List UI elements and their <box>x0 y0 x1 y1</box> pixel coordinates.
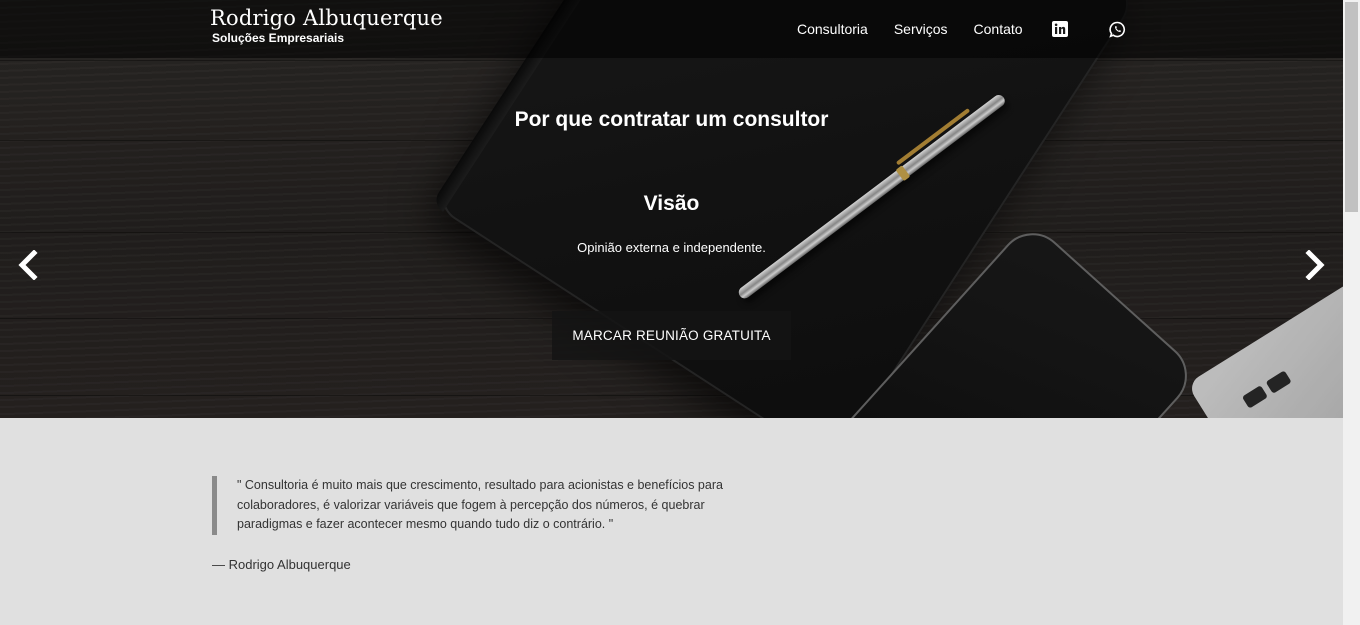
chevron-right-icon <box>1305 249 1325 281</box>
quote-section: " Consultoria é muito mais que crescimen… <box>0 418 1343 625</box>
brand-subtitle: Soluções Empresariais <box>212 31 345 45</box>
whatsapp-link[interactable] <box>1109 20 1127 38</box>
page: Por que contratar um consultor Visão Opi… <box>0 0 1343 625</box>
brand-name: Rodrigo Albuquerque <box>210 6 443 30</box>
carousel-prev-button[interactable] <box>16 249 40 281</box>
hero-title: Por que contratar um consultor <box>514 108 829 131</box>
scrollbar-thumb[interactable] <box>1345 2 1358 212</box>
linkedin-link[interactable] <box>1051 20 1069 38</box>
whatsapp-icon <box>1109 21 1126 38</box>
chevron-left-icon <box>18 249 38 281</box>
linkedin-icon <box>1051 21 1068 37</box>
carousel-next-button[interactable] <box>1303 249 1327 281</box>
site-header: Rodrigo Albuquerque Soluções Empresariai… <box>0 0 1343 58</box>
schedule-meeting-button[interactable]: MARCAR REUNIÃO GRATUITA <box>552 311 791 360</box>
quote-author: — Rodrigo Albuquerque <box>212 557 351 572</box>
slide-title: Visão <box>643 192 700 215</box>
nav-item-consultoria[interactable]: Consultoria <box>797 20 868 38</box>
slide-text: Opinião externa e independente. <box>577 240 766 255</box>
page-scrollbar[interactable] <box>1343 0 1360 625</box>
brand-logo[interactable]: Rodrigo Albuquerque Soluções Empresariai… <box>210 6 443 45</box>
nav-item-servicos[interactable]: Serviços <box>894 20 948 38</box>
hero-carousel: Por que contratar um consultor Visão Opi… <box>0 0 1343 418</box>
nav-item-contato[interactable]: Contato <box>974 20 1023 38</box>
main-nav: Consultoria Serviços Contato <box>797 20 1127 38</box>
quote-text: " Consultoria é muito mais que crescimen… <box>212 476 742 535</box>
